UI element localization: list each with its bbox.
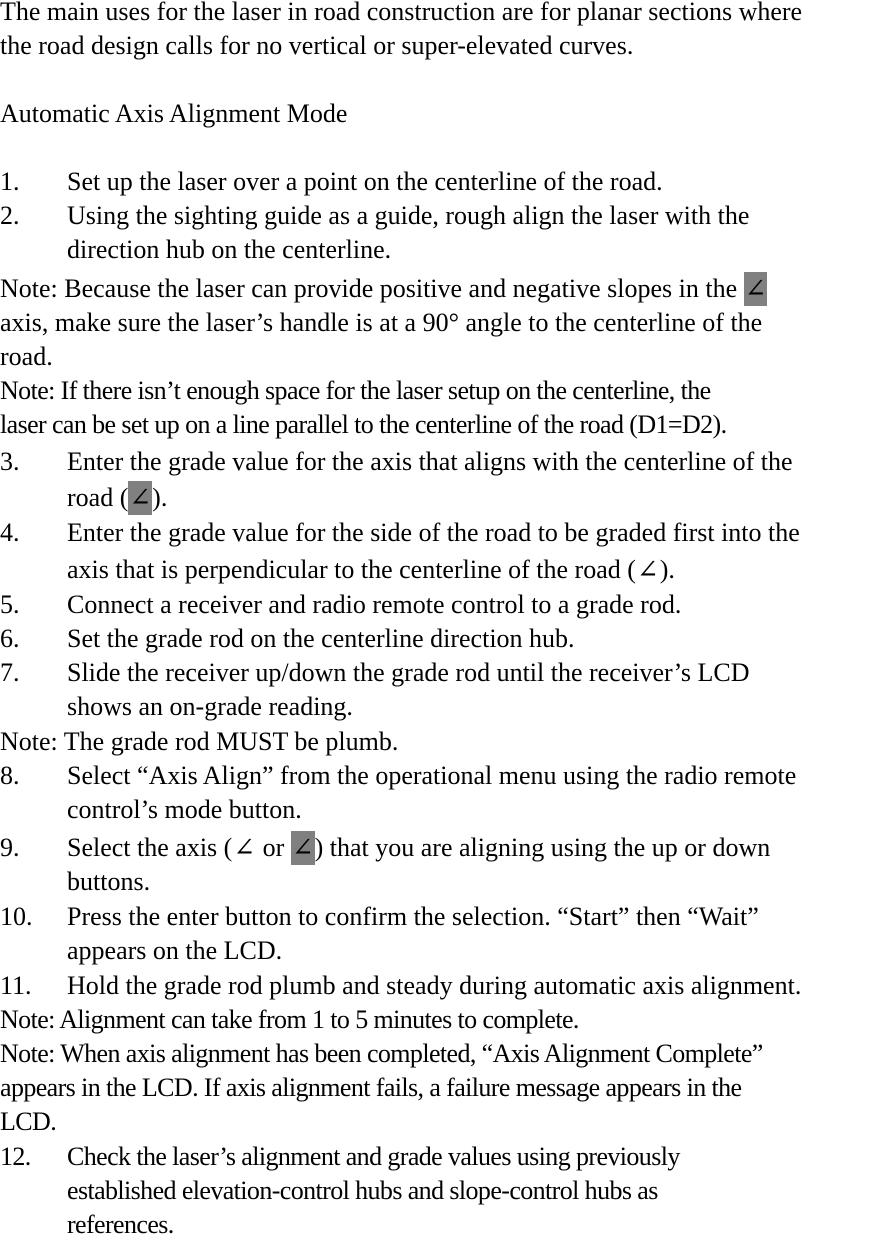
step-text: Set up the laser over a point on the cen… (67, 167, 663, 196)
step-text: ). (152, 483, 168, 512)
angle-icon: ∠ (743, 272, 768, 306)
step-text: Enter the grade value for the side of th… (67, 518, 800, 547)
step-text: Press the enter button to confirm the se… (67, 902, 759, 931)
step-text: references. (67, 1210, 174, 1239)
intro-line-1: The main uses for the laser in road cons… (0, 0, 803, 26)
step-number: 3. (0, 447, 20, 476)
angle-icon: ∠ (636, 555, 659, 584)
step-text: Check the laser’s alignment and grade va… (67, 1142, 680, 1171)
note-text: Note: Because the laser can provide posi… (0, 274, 744, 303)
angle-icon: ∠ (290, 831, 315, 865)
note-duration: Note: Alignment can take from 1 to 5 min… (0, 1005, 579, 1034)
step-text: Slide the receiver up/down the grade rod… (67, 658, 750, 687)
step-number: 10. (0, 902, 33, 931)
step-text: or (256, 833, 291, 862)
step-text: Enter the grade value for the axis that … (67, 447, 793, 476)
note-space-line-2: laser can be set up on a line parallel t… (0, 410, 727, 439)
step-number: 8. (0, 761, 20, 790)
step-text: Set the grade rod on the centerline dire… (67, 624, 575, 653)
angle-icon: ∠ (233, 833, 256, 862)
step-text: Select “Axis Align” from the operational… (67, 761, 797, 790)
note-plumb: Note: The grade rod MUST be plumb. (0, 727, 399, 756)
step-text: Select the axis ( (67, 833, 233, 862)
note-complete-line-1: Note: When axis alignment has been compl… (0, 1039, 763, 1068)
note-handle-line-3: road. (0, 342, 53, 371)
note-complete-line-2: appears in the LCD. If axis alignment fa… (0, 1073, 742, 1102)
step-text-line-1: Select the axis (∠ or ∠) that you are al… (67, 831, 770, 865)
step-number: 6. (0, 624, 20, 653)
step-text-line-2: axis that is perpendicular to the center… (67, 553, 675, 587)
step-number: 4. (0, 518, 20, 547)
step-text: ) that you are aligning using the up or … (314, 833, 771, 862)
angle-icon: ∠ (128, 481, 153, 515)
step-text: Connect a receiver and radio remote cont… (67, 590, 682, 619)
step-text: buttons. (67, 867, 151, 896)
step-text: road ( (67, 483, 129, 512)
step-number: 2. (0, 201, 20, 230)
step-text: established elevation-control hubs and s… (67, 1176, 658, 1205)
note-handle-line-2: axis, make sure the laser’s handle is at… (0, 308, 763, 337)
step-text: Using the sighting guide as a guide, rou… (67, 201, 750, 230)
step-text: appears on the LCD. (67, 936, 283, 965)
step-number: 12. (0, 1142, 31, 1171)
note-complete-line-3: LCD. (0, 1107, 57, 1136)
step-text: shows an on-grade reading. (67, 692, 353, 721)
step-number: 11. (0, 971, 32, 1000)
step-number: 9. (0, 833, 20, 862)
step-text: Hold the grade rod plumb and steady duri… (67, 971, 802, 1000)
step-text: direction hub on the centerline. (67, 235, 392, 264)
step-text: axis that is perpendicular to the center… (67, 555, 636, 584)
step-text: control’s mode button. (67, 795, 302, 824)
step-number: 7. (0, 658, 20, 687)
step-text-line-2: road (∠). (67, 481, 167, 515)
note-handle-line-1: Note: Because the laser can provide posi… (0, 272, 768, 306)
step-text: ). (659, 555, 675, 584)
step-number: 5. (0, 590, 20, 619)
note-space-line-1: Note: If there isn’t enough space for th… (0, 376, 711, 405)
step-number: 1. (0, 167, 20, 196)
intro-line-2: the road design calls for no vertical or… (0, 31, 634, 60)
section-heading: Automatic Axis Alignment Mode (0, 99, 348, 128)
